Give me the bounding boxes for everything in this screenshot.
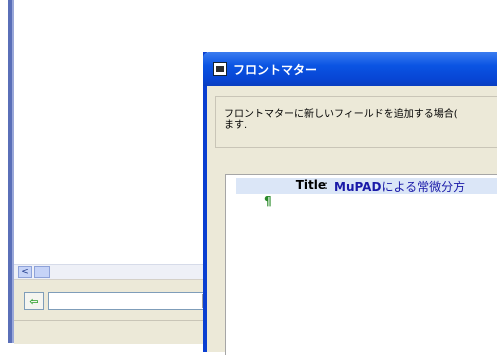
- back-arrow-button[interactable]: ⇦: [24, 292, 44, 310]
- field-label: Title: [295, 178, 326, 192]
- paragraph-mark-icon: ¶: [264, 194, 272, 208]
- title-field-row[interactable]: Title : MuPADによる常微分方: [236, 178, 497, 194]
- horizontal-scrollbar[interactable]: <: [14, 264, 210, 279]
- description-line-2: ます.: [224, 120, 248, 131]
- description-panel: フロントマターに新しいフィールドを追加する場合( ます.: [215, 96, 497, 148]
- front-matter-dialog: フロントマター フロントマターに新しいフィールドを追加する場合( ます. Tit…: [203, 52, 497, 355]
- field-value[interactable]: MuPADによる常微分方: [334, 178, 465, 195]
- description-text: フロントマターに新しいフィールドを追加する場合( ます.: [224, 109, 458, 131]
- background-window: < ⇦ ▼: [0, 0, 218, 344]
- description-line-1: フロントマターに新しいフィールドを追加する場合(: [224, 109, 458, 120]
- status-bar: [14, 320, 210, 344]
- scroll-left-arrow-icon[interactable]: <: [18, 266, 32, 278]
- back-arrow-icon: ⇦: [29, 294, 39, 308]
- dialog-titlebar[interactable]: フロントマター: [203, 52, 497, 86]
- field-value-rest: による常微分方: [381, 180, 466, 194]
- dialog-body: フロントマターに新しいフィールドを追加する場合( ます. Title : MuP…: [207, 86, 497, 355]
- field-separator: :: [324, 178, 329, 192]
- navigation-combobox[interactable]: ▼: [48, 292, 218, 310]
- front-matter-editor[interactable]: Title : MuPADによる常微分方 ¶: [225, 174, 497, 355]
- navigation-bar: ⇦ ▼: [14, 279, 218, 320]
- scrollbar-thumb[interactable]: [34, 266, 50, 278]
- document-icon: [213, 62, 227, 76]
- field-value-bold: MuPAD: [334, 180, 382, 194]
- dialog-title: フロントマター: [233, 63, 318, 77]
